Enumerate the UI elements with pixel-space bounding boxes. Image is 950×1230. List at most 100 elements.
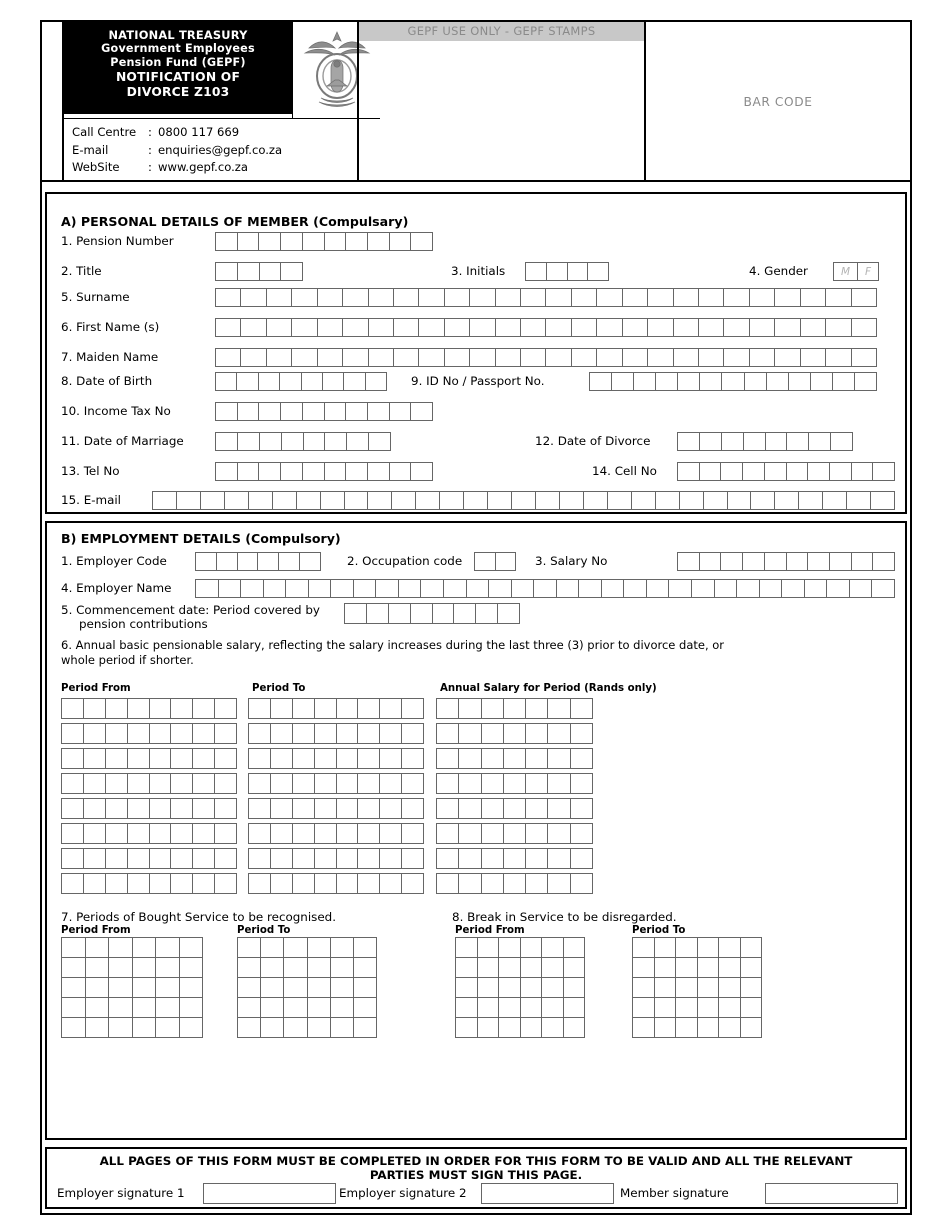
input-cell[interactable] <box>437 724 460 743</box>
input-cell[interactable] <box>801 289 827 306</box>
input-cell[interactable] <box>521 938 542 957</box>
input-cell[interactable] <box>719 998 741 1017</box>
input-cell[interactable] <box>521 958 542 977</box>
input-cell[interactable] <box>459 799 482 818</box>
input-cell[interactable] <box>419 319 445 336</box>
input-cell[interactable] <box>827 580 850 597</box>
input-initials[interactable] <box>525 262 609 281</box>
input-cell[interactable] <box>831 433 852 450</box>
input-cell[interactable] <box>225 492 249 509</box>
input-cell[interactable] <box>271 824 293 843</box>
input-cell[interactable] <box>743 553 765 570</box>
input-cell[interactable] <box>354 938 376 957</box>
input-cell[interactable] <box>281 263 302 280</box>
input-cell[interactable] <box>193 749 216 768</box>
input-cell[interactable] <box>128 699 150 718</box>
input-cell[interactable] <box>504 824 527 843</box>
input-cell[interactable] <box>297 492 321 509</box>
item6-row-6-col-2[interactable] <box>248 823 424 844</box>
input-cell[interactable] <box>437 799 460 818</box>
input-cell[interactable] <box>62 958 86 977</box>
input-cell[interactable] <box>284 1018 308 1037</box>
input-cell[interactable] <box>499 978 521 997</box>
input-cell[interactable] <box>765 463 787 480</box>
input-cell[interactable] <box>698 978 719 997</box>
input-cell[interactable] <box>724 289 750 306</box>
input-cell[interactable] <box>249 699 271 718</box>
input-cell[interactable] <box>366 373 386 390</box>
input-cell[interactable] <box>411 403 432 420</box>
input-cell[interactable] <box>789 373 811 390</box>
input-cell[interactable] <box>241 580 264 597</box>
input-cell[interactable] <box>84 824 106 843</box>
input-cell[interactable] <box>318 349 344 366</box>
input-cell[interactable] <box>238 233 260 250</box>
input-cell[interactable] <box>416 492 441 509</box>
input-cell[interactable] <box>411 604 433 623</box>
input-cell[interactable] <box>542 998 564 1017</box>
input-cell[interactable] <box>674 319 700 336</box>
input-cell[interactable] <box>343 289 369 306</box>
input-cell[interactable] <box>678 433 700 450</box>
item6-row-4-col-3[interactable] <box>436 773 593 794</box>
input-cell[interactable] <box>315 774 337 793</box>
input-cell[interactable] <box>150 799 172 818</box>
input-cell[interactable] <box>171 774 194 793</box>
input-cell[interactable] <box>106 849 128 868</box>
input-employer-name[interactable] <box>195 579 895 598</box>
input-cell[interactable] <box>331 938 354 957</box>
item6-row-5-col-2[interactable] <box>248 798 424 819</box>
item6-row-8-col-1[interactable] <box>61 873 237 894</box>
input-cell[interactable] <box>109 938 133 957</box>
input-cell[interactable] <box>315 849 337 868</box>
input-cell[interactable] <box>597 319 623 336</box>
input-cell[interactable] <box>171 874 194 893</box>
input-employer-signature-1[interactable] <box>203 1183 336 1204</box>
input-cell[interactable] <box>459 774 482 793</box>
input-cell[interactable] <box>833 373 855 390</box>
input-cell[interactable] <box>499 938 521 957</box>
input-cell[interactable] <box>823 492 848 509</box>
item6-row-5-col-3[interactable] <box>436 798 593 819</box>
input-cell[interactable] <box>548 824 571 843</box>
input-cell[interactable] <box>106 699 128 718</box>
input-cell[interactable] <box>655 938 676 957</box>
input-cell[interactable] <box>390 403 412 420</box>
input-cell[interactable] <box>337 699 359 718</box>
input-cell[interactable] <box>647 580 670 597</box>
input-surname[interactable] <box>215 288 877 307</box>
input-cell[interactable] <box>588 263 608 280</box>
input-cell[interactable] <box>852 553 874 570</box>
input-cell[interactable] <box>86 978 109 997</box>
input-first-names[interactable] <box>215 318 877 337</box>
input-cell[interactable] <box>478 938 499 957</box>
item6-row-2-col-3[interactable] <box>436 723 593 744</box>
input-cell[interactable] <box>560 492 584 509</box>
input-cell[interactable] <box>271 799 293 818</box>
input-cell[interactable] <box>271 774 293 793</box>
item6-row-2-col-1[interactable] <box>61 723 237 744</box>
input-cell[interactable] <box>557 580 580 597</box>
input-cell[interactable] <box>721 463 744 480</box>
input-cell[interactable] <box>62 699 84 718</box>
input-cell[interactable] <box>271 699 293 718</box>
input-cell[interactable] <box>482 849 504 868</box>
input-cell[interactable] <box>808 553 830 570</box>
input-cell[interactable] <box>674 289 700 306</box>
input-cell[interactable] <box>284 958 308 977</box>
input-cell[interactable] <box>750 319 776 336</box>
input-cell[interactable] <box>337 749 359 768</box>
input-cell[interactable] <box>656 373 679 390</box>
input-cell[interactable] <box>571 774 592 793</box>
input-cell[interactable] <box>499 958 521 977</box>
input-cell[interactable] <box>238 433 260 450</box>
input-cell[interactable] <box>482 699 504 718</box>
input-cell[interactable] <box>526 699 549 718</box>
item6-row-8-col-3[interactable] <box>436 873 593 894</box>
input-cell[interactable] <box>648 319 674 336</box>
input-cell[interactable] <box>504 874 527 893</box>
input-cell[interactable] <box>238 978 262 997</box>
input-cell[interactable] <box>526 263 547 280</box>
input-cell[interactable] <box>261 1018 285 1037</box>
input-cell[interactable] <box>602 580 625 597</box>
